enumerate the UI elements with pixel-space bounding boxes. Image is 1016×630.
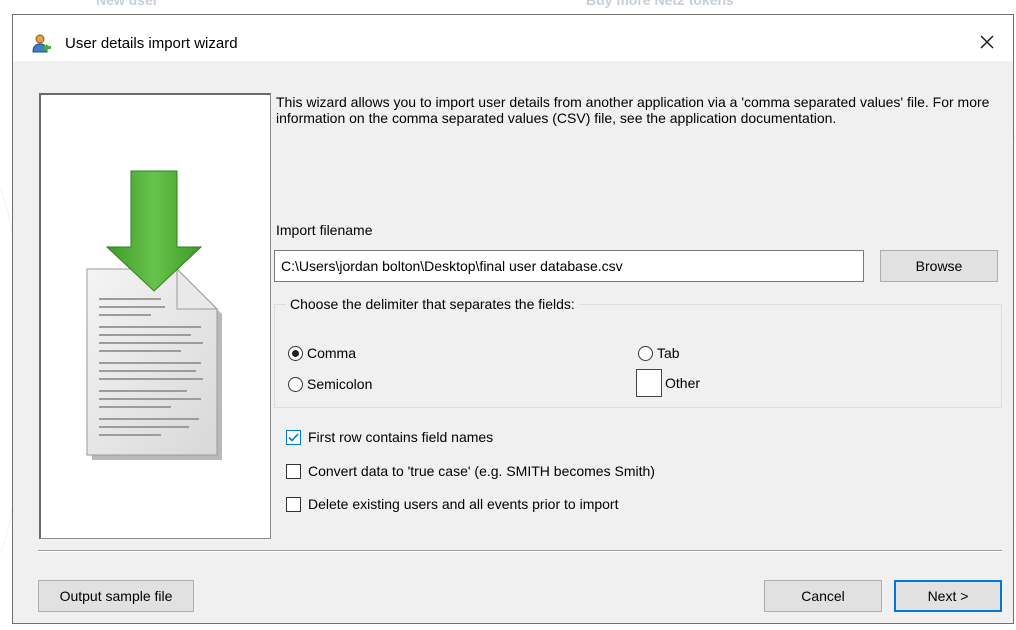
checkbox-true-case-label: Convert data to 'true case' (e.g. SMITH … bbox=[308, 463, 655, 479]
delimiter-legend: Choose the delimiter that separates the … bbox=[286, 296, 579, 312]
checkmark-icon bbox=[288, 432, 299, 442]
import-filename-input[interactable] bbox=[274, 250, 864, 282]
footer-separator bbox=[38, 550, 1002, 552]
document-download-icon bbox=[86, 170, 222, 460]
checkbox-delete-users-label: Delete existing users and all events pri… bbox=[308, 496, 619, 512]
radio-other-label: Other bbox=[665, 375, 701, 391]
checkbox-first-row-field-names[interactable]: First row contains field names bbox=[286, 429, 493, 445]
checkbox-delete-existing-users[interactable]: Delete existing users and all events pri… bbox=[286, 496, 618, 512]
radio-indicator[interactable] bbox=[638, 345, 653, 361]
bg-new-user-link: New user bbox=[96, 0, 159, 8]
radio-tab-label: Tab bbox=[657, 345, 680, 361]
close-icon bbox=[980, 35, 994, 49]
radio-tab[interactable]: Tab bbox=[638, 345, 680, 361]
bg-buy-tokens-link: Buy more Net2 tokens bbox=[586, 0, 734, 8]
checkbox-indicator[interactable] bbox=[286, 429, 301, 445]
radio-comma-label: Comma bbox=[307, 345, 357, 361]
checkbox-first-row-label: First row contains field names bbox=[308, 429, 494, 445]
title-bar: User details import wizard bbox=[13, 15, 1013, 61]
radio-indicator[interactable] bbox=[288, 376, 303, 392]
import-filename-label: Import filename bbox=[276, 222, 373, 238]
next-button[interactable]: Next > bbox=[894, 580, 1002, 612]
radio-semicolon[interactable]: Semicolon bbox=[288, 376, 372, 392]
browse-button[interactable]: Browse bbox=[880, 250, 998, 282]
intro-text: This wizard allows you to import user de… bbox=[276, 94, 990, 126]
radio-semicolon-label: Semicolon bbox=[307, 376, 373, 392]
dialog-title: User details import wizard bbox=[65, 35, 238, 52]
cancel-button[interactable]: Cancel bbox=[764, 580, 882, 612]
output-sample-file-button[interactable]: Output sample file bbox=[38, 580, 194, 612]
checkbox-indicator[interactable] bbox=[286, 496, 301, 512]
other-delimiter-input[interactable] bbox=[636, 369, 662, 397]
wizard-illustration-panel bbox=[39, 93, 271, 539]
radio-comma[interactable]: Comma bbox=[288, 345, 356, 361]
radio-other[interactable]: Other bbox=[636, 369, 700, 397]
user-import-icon bbox=[32, 34, 51, 53]
close-button[interactable] bbox=[973, 29, 1001, 55]
radio-indicator[interactable] bbox=[288, 345, 303, 361]
checkbox-convert-true-case[interactable]: Convert data to 'true case' (e.g. SMITH … bbox=[286, 463, 655, 479]
checkbox-indicator[interactable] bbox=[286, 463, 301, 479]
